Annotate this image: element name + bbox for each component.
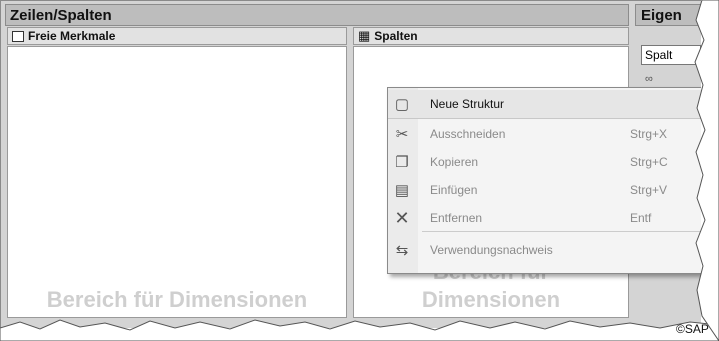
menu-item-label: Neue Struktur: [430, 97, 505, 111]
torn-bottom-edge: [0, 319, 719, 341]
remove-icon: ✕: [394, 207, 410, 228]
menu-item-label: Verwendungsnachweis: [430, 243, 553, 257]
menu-item-new-structure[interactable]: ▢ Neue Struktur: [388, 90, 701, 119]
copyright-credit: ©SAP: [676, 322, 709, 336]
free-characteristics-label: Freie Merkmale: [28, 29, 116, 43]
menu-item-label: Ausschneiden: [430, 127, 506, 141]
columns-icon: ▦: [358, 28, 371, 43]
menu-item-label: Kopieren: [430, 155, 479, 169]
free-characteristics-icon: [12, 30, 24, 42]
torn-right-edge: [694, 0, 719, 341]
new-structure-icon: ▢: [394, 96, 410, 113]
rows-columns-panel-title: Zeilen/Spalten: [5, 4, 629, 26]
menu-item-where-used[interactable]: ⇆ Verwendungsnachweis: [388, 236, 701, 264]
columns-header: ▦ Spalten: [353, 27, 629, 45]
context-menu: ▢ Neue Struktur ✂ Ausschneiden Strg+X ❐ …: [387, 87, 701, 274]
free-characteristics-area[interactable]: Bereich für Dimensionen: [7, 46, 347, 318]
scissors-icon: ✂: [395, 126, 409, 143]
free-area-placeholder: Bereich für Dimensionen: [46, 287, 308, 312]
menu-item-label: Einfügen: [430, 183, 478, 197]
menu-item-label: Entfernen: [430, 211, 483, 225]
menu-item-remove[interactable]: ✕ Entfernen Entf: [388, 204, 701, 232]
where-used-icon: ⇆: [395, 242, 409, 259]
menu-item-copy[interactable]: ❐ Kopieren Strg+C: [388, 148, 701, 176]
properties-glasses-icon: ∞: [645, 73, 653, 85]
menu-separator: [422, 231, 701, 232]
columns-area-placeholder-line2: Dimensionen: [421, 287, 561, 312]
menu-item-cut[interactable]: ✂ Ausschneiden Strg+X: [388, 120, 701, 148]
screenshot-area: Zeilen/Spalten Eigen Freie Merkmale ▦ Sp…: [0, 0, 701, 328]
paste-icon: ▤: [394, 182, 410, 199]
copy-icon: ❐: [395, 154, 409, 171]
columns-label: Spalten: [374, 29, 418, 43]
menu-item-paste[interactable]: ▤ Einfügen Strg+V: [388, 176, 701, 204]
free-characteristics-header: Freie Merkmale: [7, 27, 347, 45]
